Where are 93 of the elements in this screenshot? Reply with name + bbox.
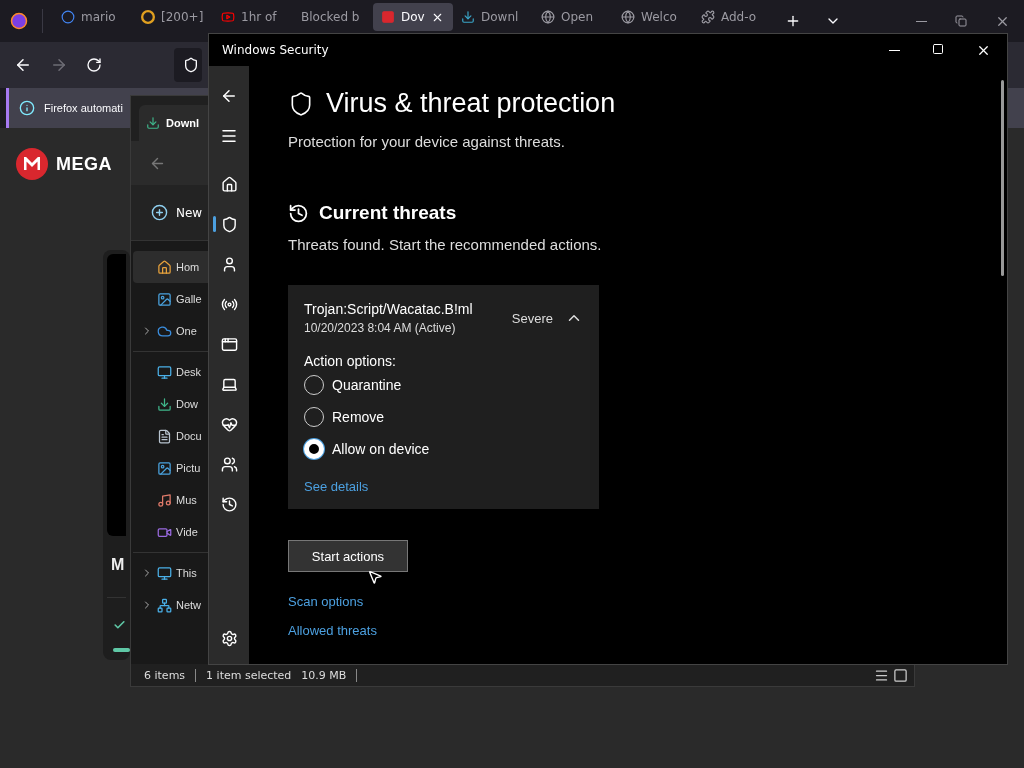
browser-tab[interactable]: Downl [453, 3, 533, 31]
nav-item[interactable]: Dow [133, 388, 208, 420]
nav-item[interactable]: Galle [133, 283, 208, 315]
tile-icon [893, 667, 908, 683]
section-text: Threats found. Start the recommended actions. [288, 236, 603, 253]
maximize-icon [932, 42, 944, 55]
forward-button[interactable] [50, 56, 68, 74]
nav-item[interactable]: Hom [133, 251, 208, 283]
section-title: Current threats [319, 202, 457, 224]
play-icon [221, 10, 235, 24]
browser-tab[interactable]: Dov [373, 3, 453, 31]
cursor-icon [367, 569, 383, 585]
scrollbar[interactable] [1001, 80, 1004, 276]
home-icon [220, 175, 238, 193]
browser-tab[interactable]: Open [533, 3, 613, 31]
browser-logo-icon[interactable] [10, 12, 28, 30]
explorer-tab[interactable]: Downl [139, 105, 208, 141]
tiles-view-button[interactable] [893, 667, 908, 683]
puzzle-icon [701, 10, 715, 24]
settings-link[interactable]: Allowed threats [288, 623, 377, 638]
option-label: Allow on device [332, 441, 430, 457]
status-text: 1 item selected [206, 668, 293, 682]
history-icon [288, 202, 309, 224]
nav-item[interactable]: This [133, 557, 208, 589]
new-button[interactable]: New [151, 204, 203, 221]
cloud-icon [157, 323, 172, 339]
restore-icon [955, 15, 967, 27]
download-icon [157, 396, 172, 412]
action-label: Action options: [304, 353, 397, 369]
image-icon [157, 291, 172, 307]
browser-tab[interactable]: Blocked b [293, 3, 373, 31]
monitor-icon [157, 364, 172, 380]
notification-text: Firefox automati [44, 102, 123, 114]
download-icon [146, 116, 160, 130]
severity-toggle[interactable]: Severe [511, 309, 583, 327]
browser-tab[interactable]: Welco [613, 3, 693, 31]
music-icon [157, 492, 172, 508]
status-text: 6 items [144, 668, 197, 682]
new-tab-button[interactable] [785, 13, 801, 29]
nav-item[interactable]: Pictu [133, 452, 208, 484]
option-label: Quarantine [332, 377, 402, 393]
settings-link[interactable]: Scan options [288, 594, 364, 609]
browser-tab[interactable]: mario [53, 3, 133, 31]
window-icon [220, 335, 238, 353]
window-title: Windows Security [222, 43, 329, 57]
nav-item[interactable]: Mus [133, 484, 208, 516]
ring-icon [141, 10, 155, 24]
plus-icon [151, 204, 168, 221]
plus-icon [785, 13, 801, 29]
menu-icon [220, 127, 238, 145]
nav-item[interactable]: Docu [133, 420, 208, 452]
history-icon [220, 495, 238, 513]
restore-button[interactable] [955, 15, 967, 27]
card-title: M [111, 556, 125, 573]
browser-tab[interactable]: [200+] [133, 3, 213, 31]
square-icon [381, 10, 395, 24]
list-icon [874, 667, 889, 683]
reload-button[interactable] [86, 57, 102, 73]
logo-text: MEGA [56, 153, 112, 175]
nav-item[interactable]: One [133, 315, 208, 347]
nav-item[interactable]: Desk [133, 356, 208, 388]
people-icon [220, 455, 238, 473]
back-icon [14, 56, 32, 74]
shield-icon[interactable] [183, 57, 199, 73]
page-subtitle: Protection for your device against threats. [288, 133, 566, 150]
start-actions-button[interactable]: Start actions [288, 540, 408, 572]
forward-icon [50, 56, 68, 74]
browser-tab[interactable]: 1hr of [213, 3, 293, 31]
nav-item[interactable]: Vide [133, 516, 208, 548]
page-heading: Virus & threat protection [326, 88, 616, 119]
settings-icon [220, 629, 238, 647]
threat-name: Trojan:Script/Wacatac.B!ml [304, 301, 473, 317]
details-view-button[interactable] [874, 667, 889, 683]
status-text: 10.9 MB [301, 668, 358, 682]
home-icon [157, 259, 172, 275]
monitor-icon [157, 565, 172, 581]
download-icon [461, 10, 475, 24]
document-icon [157, 428, 172, 444]
logo-icon [16, 148, 48, 180]
back-button[interactable] [14, 56, 32, 74]
browser-tab[interactable]: Add-o [693, 3, 773, 31]
threat-date: 10/20/2023 8:04 AM (Active) [304, 321, 457, 335]
network-icon [157, 597, 172, 613]
shield-icon [220, 215, 238, 233]
info-icon [19, 100, 35, 116]
nav-item[interactable]: Netw [133, 589, 208, 621]
address-bar[interactable] [174, 48, 202, 82]
details-link[interactable]: See details [304, 479, 369, 494]
heart-icon [220, 415, 238, 433]
image-icon [157, 460, 172, 476]
back-icon [220, 87, 238, 105]
option-label: Remove [332, 409, 385, 425]
reload-icon [86, 57, 102, 73]
